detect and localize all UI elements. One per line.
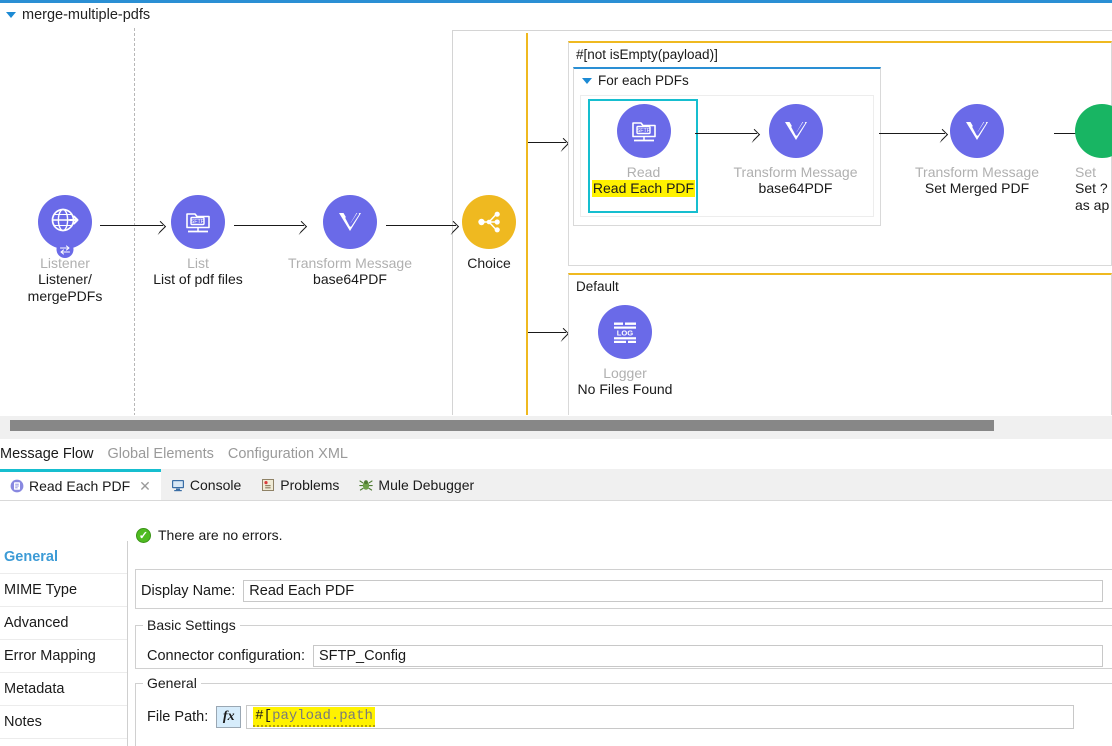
sidebar-item-advanced[interactable]: Advanced	[0, 607, 127, 640]
sidebar-item-label: Advanced	[4, 615, 69, 631]
transform-message-icon	[323, 195, 377, 249]
node-name-label: base64PDF	[758, 180, 833, 196]
tab-label: Read Each PDF	[29, 478, 131, 494]
sidebar-item-general[interactable]: General	[0, 541, 127, 574]
connector-configuration-row[interactable]: Connector configuration: SFTP_Config	[147, 645, 1103, 667]
anypoint-studio-window: merge-multiple-pdfs Listener Listener/ m…	[0, 0, 1112, 746]
node-name-label: Listener/ mergePDFs	[27, 271, 103, 304]
file-path-fx-toggle[interactable]: fx	[216, 706, 242, 728]
sidebar-item-label: General	[4, 549, 58, 565]
flow-name-label: merge-multiple-pdfs	[22, 7, 151, 23]
sidebar-item-label: Metadata	[4, 681, 65, 697]
svg-text:SFTP: SFTP	[636, 128, 650, 134]
sidebar-item-mime-type[interactable]: MIME Type	[0, 574, 127, 607]
flow-node-transform-message-1[interactable]: Transform Message base64PDF	[280, 195, 420, 288]
flow-node-read-each-pdf[interactable]: SFTP Read Read Each PDF	[571, 104, 716, 197]
node-name-label: base64PDF	[313, 271, 387, 287]
flow-node-listener[interactable]: Listener Listener/ mergePDFs	[0, 195, 135, 305]
flow-node-logger[interactable]: LOG Logger No Files Found	[554, 305, 696, 398]
node-name-label: List of pdf files	[153, 271, 243, 287]
sidebar-item-error-mapping[interactable]: Error Mapping	[0, 640, 127, 673]
connector-configuration-label: Connector configuration:	[147, 648, 305, 664]
sidebar-item-notes[interactable]: Notes	[0, 706, 127, 739]
flow-node-list[interactable]: SFTP List List of pdf files	[128, 195, 268, 288]
sidebar-item-label: Error Mapping	[4, 648, 96, 664]
foreach-scope-label: For each PDFs	[598, 73, 689, 88]
foreach-scope-header[interactable]: For each PDFs	[574, 69, 880, 91]
console-icon	[171, 478, 185, 492]
set-payload-icon	[1075, 104, 1112, 158]
node-type-label: Set	[1075, 164, 1097, 180]
tab-label: Mule Debugger	[378, 476, 475, 493]
file-path-row[interactable]: File Path: fx #[payload.path	[147, 705, 1075, 729]
message-flow-canvas[interactable]: merge-multiple-pdfs Listener Listener/ m…	[0, 3, 1112, 415]
node-type-label: Transform Message	[915, 164, 1039, 180]
flow-node-transform-message-2[interactable]: Transform Message base64PDF	[723, 104, 868, 197]
tab-global-elements[interactable]: Global Elements	[107, 446, 213, 462]
sftp-icon: SFTP	[171, 195, 225, 249]
problems-icon	[261, 478, 275, 492]
editor-tab-bar[interactable]: Message Flow Global Elements Configurati…	[0, 439, 1112, 469]
connector-configuration-input[interactable]: SFTP_Config	[313, 645, 1103, 667]
tab-console[interactable]: Console	[161, 469, 251, 500]
display-name-input[interactable]: Read Each PDF	[243, 580, 1104, 602]
view-tab-bar[interactable]: Read Each PDF ✕ Console Problems Mule De…	[0, 469, 1112, 501]
sidebar-item-label: Notes	[4, 714, 42, 730]
canvas-horizontal-scrollbar[interactable]	[0, 415, 1112, 439]
listener-sub-badge-icon	[56, 241, 74, 258]
tab-label: Console	[189, 476, 242, 493]
tab-mule-debugger[interactable]: Mule Debugger	[349, 469, 484, 500]
sftp-icon: SFTP	[616, 104, 671, 158]
logger-icon: LOG	[598, 305, 652, 359]
debugger-icon	[359, 478, 374, 492]
basic-settings-legend: Basic Settings	[143, 617, 240, 633]
display-name-label: Display Name:	[141, 583, 236, 599]
sidebar-item-label: MIME Type	[4, 582, 78, 598]
flow-node-set-payload[interactable]: Set Set ? as ap	[1075, 104, 1112, 214]
node-name-label: Set ? as ap	[1075, 180, 1110, 213]
general-legend: General	[143, 675, 201, 691]
properties-icon	[10, 479, 24, 493]
properties-panel: ✓ There are no errors. General MIME Type…	[0, 501, 1112, 746]
default-branch-label: Default	[576, 279, 619, 294]
node-type-label: Transform Message	[288, 255, 412, 271]
transform-message-icon	[768, 104, 823, 158]
node-name-label: Set Merged PDF	[924, 180, 1030, 196]
node-type-label: List	[187, 255, 209, 271]
choice-icon	[462, 195, 516, 249]
branch-arrow-when	[528, 142, 566, 143]
expr-prefix: #[	[255, 708, 273, 724]
collapse-triangle-icon[interactable]	[6, 12, 16, 18]
display-name-row[interactable]: Display Name: Read Each PDF	[141, 580, 1104, 602]
tab-problems[interactable]: Problems	[251, 469, 349, 500]
when-condition-label: #[not isEmpty(payload)]	[576, 47, 718, 62]
node-type-label: Transform Message	[733, 164, 858, 180]
sidebar-item-metadata[interactable]: Metadata	[0, 673, 127, 706]
node-type-label: Choice	[467, 255, 511, 271]
tab-configuration-xml[interactable]: Configuration XML	[228, 446, 348, 462]
scope-collapse-triangle-icon[interactable]	[582, 77, 592, 84]
node-type-label: Read	[626, 164, 661, 180]
properties-form: Display Name: Read Each PDF Basic Settin…	[129, 541, 1112, 746]
scrollbar-thumb[interactable]	[10, 420, 994, 431]
file-path-expression: #[payload.path	[253, 707, 375, 727]
properties-sidebar[interactable]: General MIME Type Advanced Error Mapping…	[0, 541, 128, 746]
node-type-label: Logger	[603, 365, 647, 381]
flow-node-choice[interactable]: Choice	[419, 195, 559, 271]
flow-header[interactable]: merge-multiple-pdfs	[6, 7, 150, 23]
tab-message-flow[interactable]: Message Flow	[0, 446, 93, 462]
file-path-label: File Path:	[147, 709, 209, 725]
close-icon[interactable]: ✕	[139, 478, 151, 495]
svg-text:SFTP: SFTP	[191, 219, 205, 225]
flow-node-transform-message-3[interactable]: Transform Message Set Merged PDF	[907, 104, 1047, 197]
node-name-label: No Files Found	[577, 381, 673, 397]
tab-read-each-pdf[interactable]: Read Each PDF ✕	[0, 469, 161, 500]
svg-text:LOG: LOG	[617, 329, 634, 338]
node-name-label: Read Each PDF	[591, 180, 696, 197]
transform-message-icon	[950, 104, 1004, 158]
tab-label: Problems	[280, 476, 340, 493]
file-path-input[interactable]: #[payload.path	[246, 705, 1075, 729]
expr-body: payload.path	[272, 708, 373, 724]
